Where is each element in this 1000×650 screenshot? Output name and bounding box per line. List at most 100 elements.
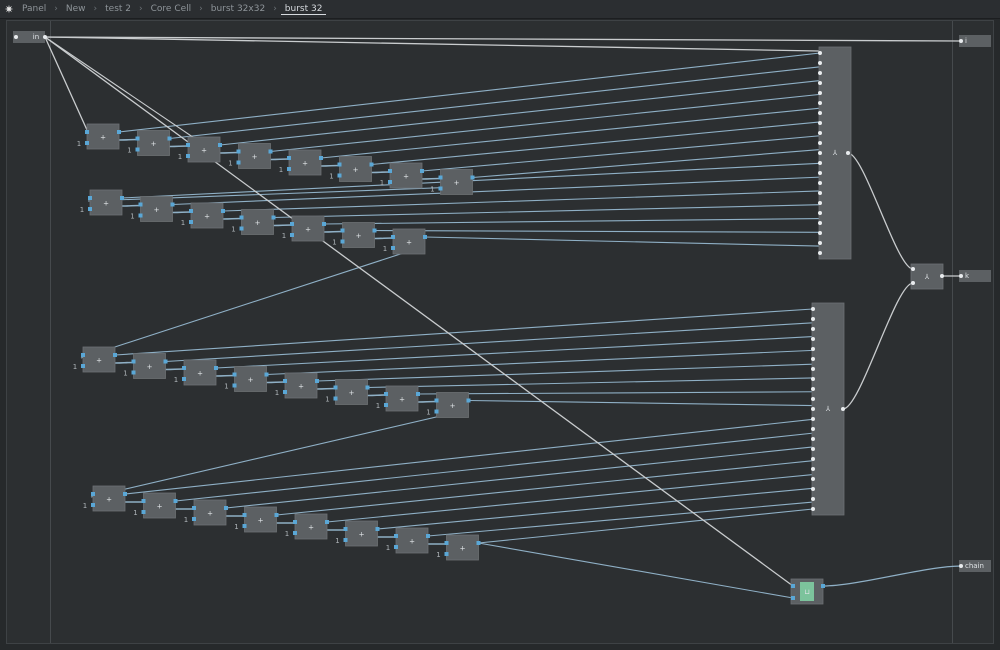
add-const-port[interactable] <box>293 531 297 535</box>
add-input-port[interactable] <box>384 392 388 396</box>
port-dot[interactable] <box>811 467 815 471</box>
port-dot[interactable] <box>818 171 822 175</box>
add-node[interactable]: + <box>82 346 116 373</box>
add-node[interactable]: + <box>436 392 469 418</box>
add-const-port[interactable] <box>337 173 342 178</box>
add-input-port[interactable] <box>85 130 89 134</box>
port-dot[interactable] <box>811 307 815 311</box>
port-dot[interactable] <box>818 91 822 95</box>
add-const-port[interactable] <box>242 524 247 528</box>
add-output-port[interactable] <box>365 385 370 390</box>
add-input-port[interactable] <box>135 136 140 141</box>
add-const-port[interactable] <box>81 364 85 368</box>
add-input-port[interactable] <box>337 162 342 167</box>
add-const-port[interactable] <box>135 147 140 152</box>
add-output-port[interactable] <box>120 196 124 200</box>
add-node[interactable]: + <box>92 485 126 512</box>
port-dot[interactable] <box>911 267 915 271</box>
add-output-port[interactable] <box>123 492 127 496</box>
add-node[interactable]: + <box>284 372 318 399</box>
port-dot[interactable] <box>811 317 815 321</box>
add-const-port[interactable] <box>192 517 196 521</box>
add-node[interactable]: + <box>446 534 479 561</box>
add-input-port[interactable] <box>391 235 395 239</box>
add-node[interactable]: + <box>339 156 372 182</box>
add-output-port[interactable] <box>117 130 121 134</box>
add-input-port[interactable] <box>81 353 85 357</box>
add-input-port[interactable] <box>186 143 190 147</box>
add-node[interactable]: + <box>143 492 176 519</box>
breadcrumb-item-new[interactable]: New <box>62 4 90 14</box>
port-dot[interactable] <box>811 497 815 501</box>
add-node[interactable]: + <box>140 196 173 222</box>
add-output-port[interactable] <box>423 235 427 239</box>
add-const-port[interactable] <box>138 213 143 218</box>
breadcrumb-item-core-cell[interactable]: Core Cell <box>147 4 196 14</box>
port-dot[interactable] <box>818 231 822 235</box>
port-dot[interactable] <box>14 35 18 39</box>
add-output-port[interactable] <box>319 156 323 160</box>
add-node[interactable]: + <box>133 353 166 379</box>
add-output-port[interactable] <box>420 169 424 173</box>
add-const-port[interactable] <box>232 383 237 388</box>
port-dot[interactable] <box>811 337 815 341</box>
add-output-port[interactable] <box>470 175 475 180</box>
add-node[interactable]: + <box>190 202 224 229</box>
add-const-port[interactable] <box>343 538 348 542</box>
port-dot[interactable] <box>818 131 822 135</box>
add-const-port[interactable] <box>340 239 345 244</box>
add-const-port[interactable] <box>239 226 244 231</box>
breadcrumb-item-test-2[interactable]: test 2 <box>101 4 135 14</box>
node-editor-canvas[interactable]: +1 +1 +1 +1 +1 +1 +1 +1 +1 +1 +1 +1 +1 +1 +1 +1 +1 +1 +1 +1… <box>6 20 994 644</box>
breadcrumb-item-panel[interactable]: Panel <box>18 4 50 14</box>
breadcrumb-item-burst-32[interactable]: burst 32 <box>280 4 327 15</box>
add-const-port[interactable] <box>186 154 190 158</box>
port-dot[interactable] <box>811 507 815 511</box>
add-input-port[interactable] <box>88 196 92 200</box>
add-output-port[interactable] <box>163 359 168 364</box>
add-node[interactable]: + <box>187 136 221 163</box>
output-node[interactable] <box>959 270 991 282</box>
add-node[interactable]: + <box>234 366 267 392</box>
add-output-port[interactable] <box>224 506 228 510</box>
port-dot[interactable] <box>818 111 822 115</box>
add-const-port[interactable] <box>91 503 95 507</box>
port-dot[interactable] <box>959 564 963 568</box>
add-output-port[interactable] <box>173 499 178 503</box>
add-input-port[interactable] <box>141 499 146 503</box>
add-output-port[interactable] <box>271 215 276 220</box>
add-node[interactable]: + <box>385 385 419 412</box>
add-output-port[interactable] <box>426 534 430 538</box>
add-const-port[interactable] <box>88 207 92 211</box>
add-input-port[interactable] <box>239 215 244 220</box>
add-input-port[interactable] <box>91 492 95 496</box>
loop-input-port[interactable] <box>791 596 795 600</box>
add-output-port[interactable] <box>325 520 329 524</box>
add-input-port[interactable] <box>293 520 297 524</box>
port-dot[interactable] <box>818 251 822 255</box>
port-dot[interactable] <box>811 377 815 381</box>
add-node[interactable]: + <box>335 379 368 405</box>
add-const-port[interactable] <box>287 167 291 171</box>
add-input-port[interactable] <box>192 506 196 510</box>
add-node[interactable]: + <box>345 520 378 547</box>
add-const-port[interactable] <box>388 180 392 184</box>
port-dot[interactable] <box>841 407 845 411</box>
add-const-port[interactable] <box>434 409 439 414</box>
add-output-port[interactable] <box>221 209 225 213</box>
loop-output-port[interactable] <box>821 584 825 588</box>
port-dot[interactable] <box>811 347 815 351</box>
add-output-port[interactable] <box>170 202 175 207</box>
add-node[interactable]: + <box>389 162 423 189</box>
add-input-port[interactable] <box>236 149 241 154</box>
port-dot[interactable] <box>811 437 815 441</box>
port-dot[interactable] <box>818 61 822 65</box>
add-input-port[interactable] <box>189 209 193 213</box>
add-input-port[interactable] <box>131 359 136 364</box>
port-dot[interactable] <box>811 397 815 401</box>
add-node[interactable]: + <box>291 215 325 242</box>
add-input-port[interactable] <box>242 513 247 517</box>
add-const-port[interactable] <box>290 233 294 237</box>
port-dot[interactable] <box>811 407 815 411</box>
add-const-port[interactable] <box>394 545 398 549</box>
